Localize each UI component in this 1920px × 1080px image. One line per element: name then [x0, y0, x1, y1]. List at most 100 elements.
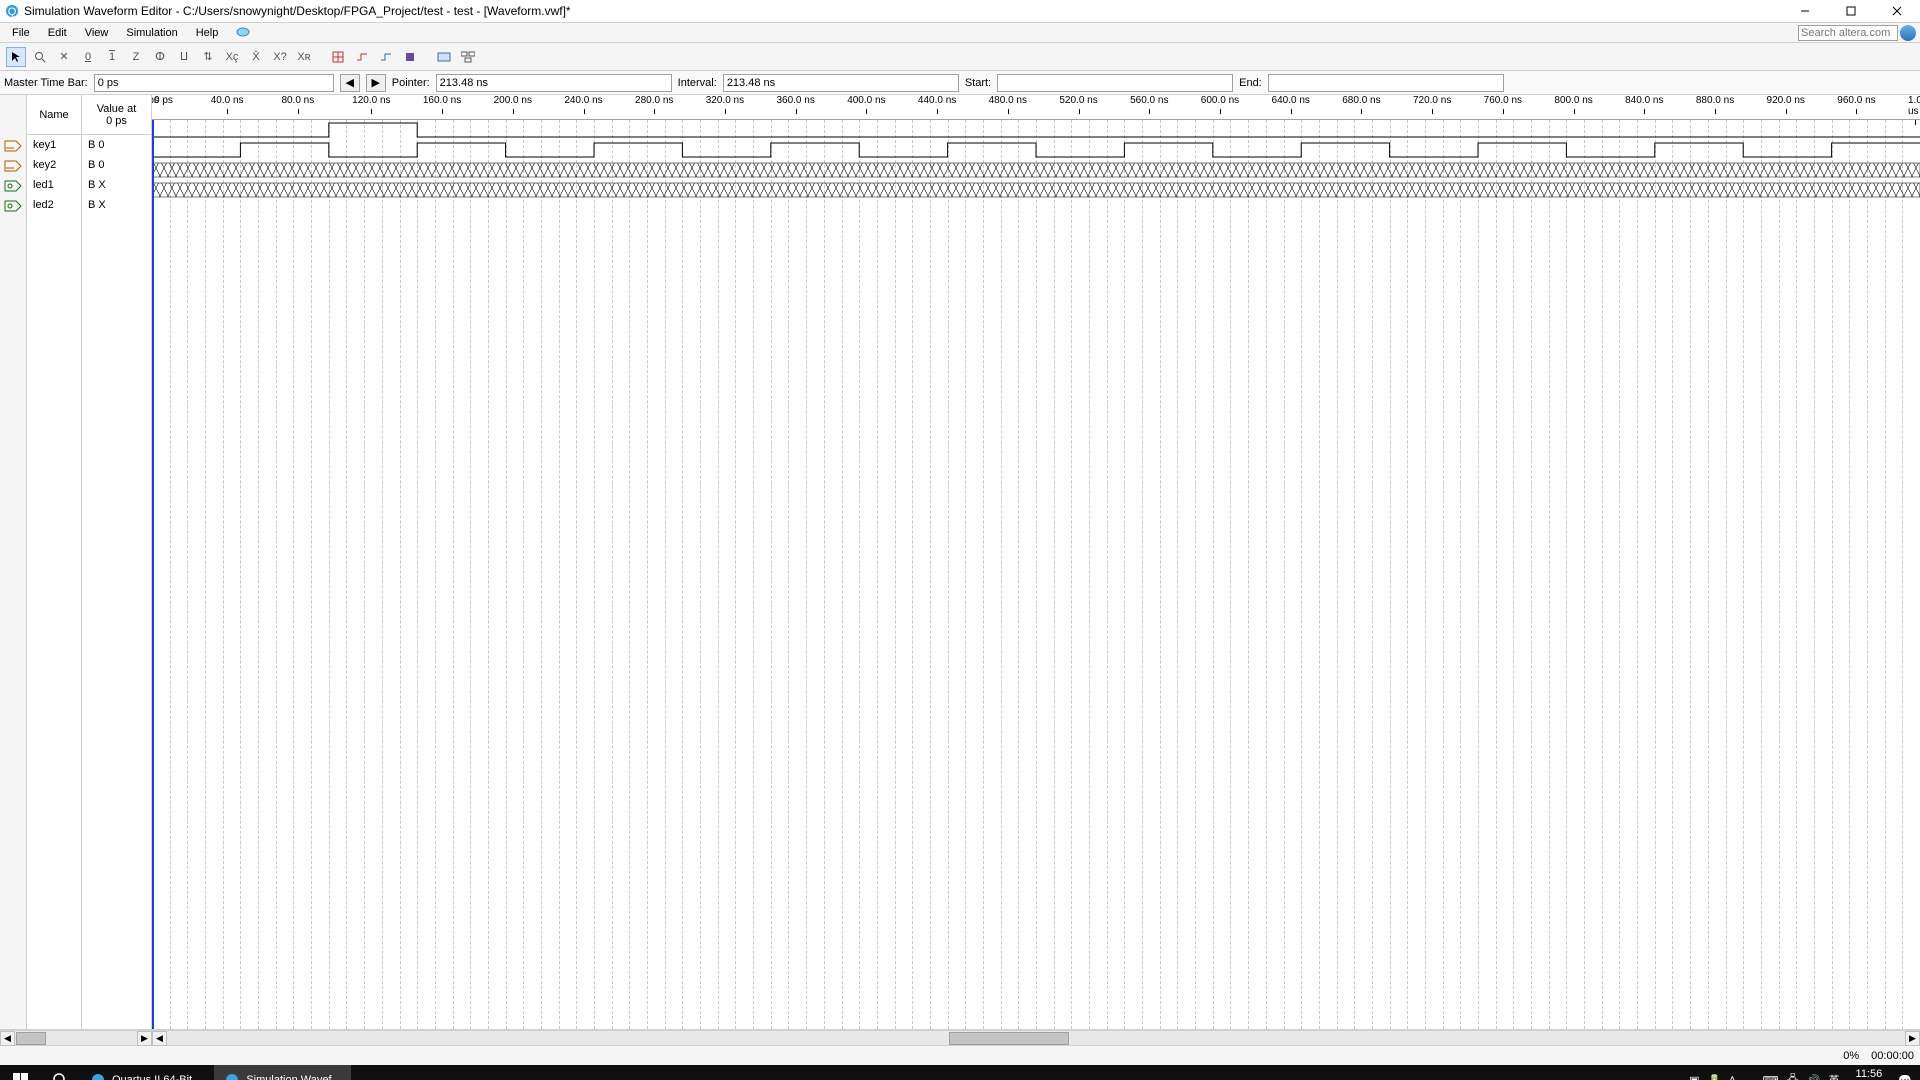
waveform-row[interactable]	[152, 120, 1920, 140]
master-timebar-input[interactable]	[94, 74, 334, 92]
run-functional-sim-icon[interactable]	[376, 47, 396, 67]
menu-simulation[interactable]: Simulation	[118, 25, 185, 41]
ruler-tick: 720.0 ns	[1413, 95, 1451, 106]
tray-keyboard-icon[interactable]: ⌨	[1763, 1074, 1779, 1080]
menu-help[interactable]: Help	[188, 25, 227, 41]
force-high-icon[interactable]: 1	[102, 47, 122, 67]
scroll-left-button[interactable]: ◀	[0, 1031, 15, 1046]
grid-line	[1266, 120, 1267, 1029]
scroll-right-button[interactable]: ▶	[1905, 1031, 1920, 1046]
force-low-icon[interactable]: 0	[78, 47, 98, 67]
start-button[interactable]	[0, 1065, 40, 1080]
sim-settings-icon[interactable]	[434, 47, 454, 67]
grid-line	[1531, 120, 1532, 1029]
tray-icon[interactable]: ▣	[1689, 1074, 1699, 1080]
node-finder-icon[interactable]	[458, 47, 478, 67]
menu-file[interactable]: File	[4, 25, 38, 41]
end-input[interactable]	[1268, 74, 1504, 92]
time-cursor[interactable]	[152, 120, 154, 1029]
help-bubble-icon[interactable]	[228, 24, 258, 42]
force-unknown-icon[interactable]: ✕	[54, 47, 74, 67]
taskbar-item[interactable]: Simulation Wavef...	[214, 1065, 350, 1080]
tray-volume-icon[interactable]: 🔊	[1807, 1074, 1821, 1080]
signal-out-icon[interactable]	[0, 196, 26, 216]
ruler-tick: 1.0 us	[1908, 95, 1920, 117]
search-go-icon[interactable]	[1900, 25, 1916, 41]
tray-cloud-icon[interactable]: ☁	[1744, 1074, 1755, 1080]
random-icon[interactable]: X?	[270, 47, 290, 67]
grid-line	[682, 120, 683, 1029]
count-value-icon[interactable]: Xç	[222, 47, 242, 67]
grid-line	[170, 120, 171, 1029]
tray-up-icon[interactable]: ˄	[1729, 1074, 1735, 1080]
wave-scroll-track[interactable]	[167, 1031, 1905, 1045]
taskbar: Quartus II 64-Bit ... Simulation Wavef..…	[0, 1065, 1920, 1080]
selection-tool-icon[interactable]	[6, 47, 26, 67]
start-input[interactable]	[997, 74, 1233, 92]
invert-icon[interactable]: ⇅	[198, 47, 218, 67]
arbitrary-icon[interactable]: Xʀ	[294, 47, 314, 67]
tray-icon[interactable]: 🔋	[1707, 1074, 1721, 1080]
waveform-row[interactable]	[152, 140, 1920, 160]
signal-name[interactable]: key1	[27, 135, 81, 155]
scroll-thumb[interactable]	[949, 1032, 1069, 1045]
zoom-tool-icon[interactable]	[30, 47, 50, 67]
grid-line	[1284, 120, 1285, 1029]
taskbar-search-icon[interactable]	[40, 1065, 80, 1080]
grid-line	[576, 120, 577, 1029]
grid-line	[771, 120, 772, 1029]
grid-line	[1301, 120, 1302, 1029]
ruler-tick: 120.0 ns	[352, 95, 390, 106]
grid-line	[506, 120, 507, 1029]
menu-edit[interactable]: Edit	[40, 25, 75, 41]
scroll-right-button[interactable]: ▶	[137, 1031, 152, 1046]
grid-line	[1160, 120, 1161, 1029]
left-scroll-track[interactable]	[15, 1031, 137, 1045]
tray-notifications-icon[interactable]: 💬	[1898, 1074, 1912, 1080]
grid-line	[1195, 120, 1196, 1029]
ruler-tick: 280.0 ns	[635, 95, 673, 106]
minimize-button[interactable]	[1782, 0, 1828, 23]
force-highz-icon[interactable]: Z	[126, 47, 146, 67]
scroll-left-button[interactable]: ◀	[152, 1031, 167, 1046]
signal-name[interactable]: led2	[27, 195, 81, 215]
signal-name[interactable]: led1	[27, 175, 81, 195]
waveform-row[interactable]	[152, 180, 1920, 200]
taskbar-item[interactable]: Quartus II 64-Bit ...	[80, 1065, 214, 1080]
waveform-row[interactable]	[152, 160, 1920, 180]
step-back-button[interactable]: ◀	[340, 74, 360, 92]
overwrite-clock-icon[interactable]: X̄	[246, 47, 266, 67]
grid-line	[629, 120, 630, 1029]
run-timing-sim-icon[interactable]	[400, 47, 420, 67]
maximize-button[interactable]	[1828, 0, 1874, 23]
close-button[interactable]	[1874, 0, 1920, 23]
grid-line	[417, 120, 418, 1029]
signal-name[interactable]: key2	[27, 155, 81, 175]
tray-clock[interactable]: 11:56 2020/6/1	[1847, 1068, 1890, 1080]
waveform-grid[interactable]	[152, 120, 1920, 1029]
pointer-input[interactable]	[436, 74, 672, 92]
tray-network-icon[interactable]: 🖧	[1787, 1071, 1799, 1080]
signal-in-icon[interactable]	[0, 156, 26, 176]
grid-line	[1566, 120, 1567, 1029]
snap-transition-icon[interactable]	[352, 47, 372, 67]
step-fwd-button[interactable]: ▶	[366, 74, 386, 92]
search-input[interactable]	[1798, 25, 1898, 41]
grid-line	[965, 120, 966, 1029]
snap-to-grid-icon[interactable]	[328, 47, 348, 67]
menu-view[interactable]: View	[77, 25, 117, 41]
grid-line	[1602, 120, 1603, 1029]
scroll-thumb[interactable]	[16, 1032, 46, 1045]
ruler-tick: 680.0 ns	[1342, 95, 1380, 106]
signal-in-icon[interactable]	[0, 136, 26, 156]
force-weak-high-icon[interactable]: ⵡ	[174, 47, 194, 67]
grid-line	[612, 120, 613, 1029]
waveform-area[interactable]: 0 ps 0 ps40.0 ns80.0 ns120.0 ns160.0 ns2…	[152, 95, 1920, 1029]
force-weak-low-icon[interactable]: ⵀ	[150, 47, 170, 67]
grid-line	[1584, 120, 1585, 1029]
ruler-tick: 480.0 ns	[989, 95, 1027, 106]
time-ruler[interactable]: 0 ps 0 ps40.0 ns80.0 ns120.0 ns160.0 ns2…	[152, 95, 1920, 120]
signal-out-icon[interactable]	[0, 176, 26, 196]
tray-ime[interactable]: 英	[1828, 1072, 1839, 1080]
interval-input[interactable]	[723, 74, 959, 92]
